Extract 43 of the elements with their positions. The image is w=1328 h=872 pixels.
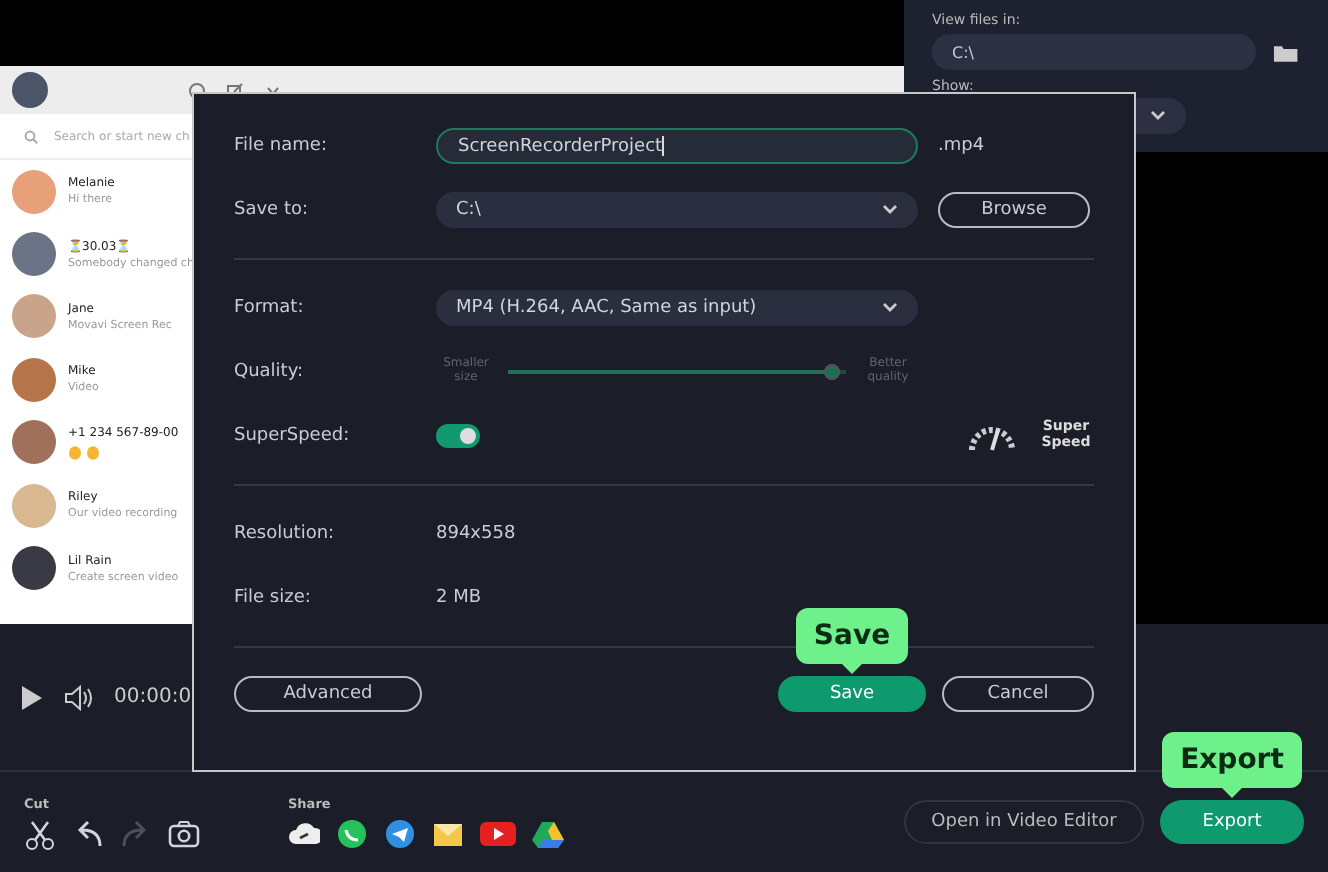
camera-icon[interactable] xyxy=(168,817,200,849)
play-icon[interactable] xyxy=(20,683,44,711)
field-label: Format: xyxy=(234,298,306,318)
file-size-value: 2 MB xyxy=(436,588,484,608)
chevron-icon xyxy=(882,302,898,314)
field-label: File name: xyxy=(234,136,329,156)
callout-bubble: Export xyxy=(1162,732,1302,788)
field-label: File size: xyxy=(234,588,313,608)
folder-field[interactable]: C:\ xyxy=(932,34,1257,70)
field-label: Resolution: xyxy=(234,524,337,544)
chevron-icon xyxy=(882,204,898,216)
avatar xyxy=(12,72,48,108)
resolution-value: 894x558 xyxy=(436,524,518,544)
search-icon xyxy=(24,129,38,143)
time-display: 00:00:0 xyxy=(114,686,192,708)
field-label: SuperSpeed: xyxy=(234,426,352,446)
undo-icon[interactable] xyxy=(72,817,104,849)
paper-plane-icon[interactable] xyxy=(384,817,416,849)
format-dropdown[interactable]: MP4 (H.264, AAC, Same as input) xyxy=(436,290,918,326)
superspeed-toggle[interactable] xyxy=(436,424,480,448)
chevron-icon xyxy=(1150,110,1166,122)
chat-bubble-icon[interactable] xyxy=(336,817,368,849)
field-label: Save to: xyxy=(234,200,311,220)
triangle-icon[interactable] xyxy=(532,817,564,849)
play-button-icon[interactable] xyxy=(480,817,516,849)
save-to-dropdown[interactable]: C:\ xyxy=(436,192,918,228)
browse-button[interactable]: Browse xyxy=(938,192,1090,228)
advanced-button[interactable]: Advanced xyxy=(234,676,422,712)
callout-bubble: Save xyxy=(795,608,909,664)
cancel-button[interactable]: Cancel xyxy=(942,676,1094,712)
export-button[interactable]: Export xyxy=(1160,800,1304,844)
open-editor-button[interactable]: Open in Video Editor xyxy=(904,800,1144,844)
file-name-field[interactable]: ScreenRecorderProject xyxy=(436,128,918,164)
scissors-icon[interactable] xyxy=(24,817,56,849)
cloud-icon[interactable] xyxy=(288,817,320,849)
slider-thumb[interactable] xyxy=(823,364,840,380)
callout-tip xyxy=(1222,788,1242,798)
volume-icon[interactable] xyxy=(64,683,94,711)
callout-tip xyxy=(842,664,862,674)
save-button[interactable]: Save xyxy=(778,676,926,712)
extension-label: .mp4 xyxy=(936,136,987,156)
folder-icon[interactable] xyxy=(1272,41,1300,63)
field-label: Quality: xyxy=(234,362,306,382)
